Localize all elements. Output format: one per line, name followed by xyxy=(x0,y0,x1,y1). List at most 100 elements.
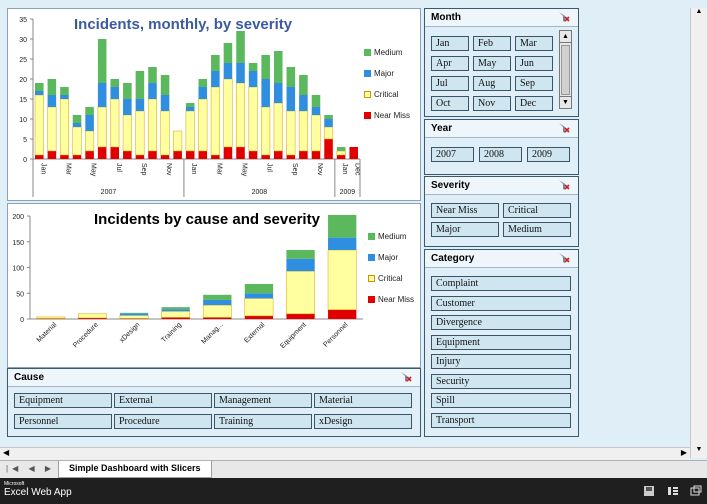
month-item-apr[interactable]: Apr xyxy=(431,56,469,71)
cause-item-personnel[interactable]: Personnel xyxy=(14,414,112,429)
bar-segment xyxy=(161,309,190,312)
month-item-nov[interactable]: Nov xyxy=(473,96,511,111)
bar-segment xyxy=(135,71,145,99)
scroll-left-icon[interactable]: ◀ xyxy=(3,448,9,457)
category-item-spill[interactable]: Spill xyxy=(431,393,571,408)
year-item-2007[interactable]: 2007 xyxy=(431,147,474,162)
scroll-up-icon[interactable]: ▲ xyxy=(691,8,707,20)
bar-segment xyxy=(161,311,191,318)
cause-item-equipment[interactable]: Equipment xyxy=(14,393,112,408)
scroll-up-icon[interactable]: ▲ xyxy=(560,31,571,43)
monthly-severity-chart[interactable]: Incidents, monthly, by severity 35 30 25 20… xyxy=(7,8,421,201)
x-tick-label: Sep xyxy=(140,163,147,176)
month-item-jan[interactable]: Jan xyxy=(431,36,469,51)
bar-segment xyxy=(328,214,357,238)
x-tick-label: Jan xyxy=(341,163,348,174)
cause-item-procedure[interactable]: Procedure xyxy=(114,414,212,429)
cause-slicer: Cause Equipment External Management Mate… xyxy=(7,368,421,437)
bar-segment xyxy=(59,98,69,156)
bar-segment xyxy=(185,103,195,107)
x-tick-label: Nov xyxy=(316,163,323,176)
bar-segment xyxy=(160,110,170,156)
legend-item-medium: Medium xyxy=(368,226,414,247)
y-tick-label: 200 xyxy=(12,214,24,221)
download-icon[interactable] xyxy=(643,485,655,497)
cause-item-external[interactable]: External xyxy=(114,393,212,408)
month-item-dec[interactable]: Dec xyxy=(515,96,553,111)
clear-filter-icon[interactable] xyxy=(558,11,570,23)
category-item-customer[interactable]: Customer xyxy=(431,295,571,311)
legend-item-major: Major xyxy=(364,63,410,84)
severity-item-major[interactable]: Major xyxy=(431,222,499,237)
year-slicer: Year 2007 2008 2009 xyxy=(424,119,579,175)
cause-item-training[interactable]: Training xyxy=(214,414,312,429)
bar-segment xyxy=(273,51,283,83)
x-tick-label: Procedure xyxy=(72,321,100,349)
horizontal-scrollbar[interactable]: ◀ ▶ xyxy=(0,447,690,460)
severity-item-medium[interactable]: Medium xyxy=(503,222,571,237)
bar-segment xyxy=(185,110,195,152)
bar-segment xyxy=(273,102,283,152)
clear-filter-icon[interactable] xyxy=(558,122,570,134)
category-item-transport[interactable]: Transport xyxy=(431,412,571,428)
scroll-thumb[interactable] xyxy=(561,45,570,95)
bar-segment xyxy=(327,249,357,310)
y-tick-label: 5 xyxy=(23,137,27,144)
month-item-may[interactable]: May xyxy=(473,56,511,71)
cause-slicer-title: Cause xyxy=(14,372,45,383)
severity-item-near-miss[interactable]: Near Miss xyxy=(431,203,499,218)
scroll-down-icon[interactable]: ▼ xyxy=(691,446,707,458)
cause-item-xdesign[interactable]: xDesign xyxy=(314,414,412,429)
month-item-jul[interactable]: Jul xyxy=(431,76,469,91)
y-tick-label: 0 xyxy=(20,317,24,324)
bar-segment xyxy=(210,86,220,156)
category-item-divergence[interactable]: Divergence xyxy=(431,315,571,330)
month-slicer-header: Month xyxy=(425,9,578,27)
y-tick-label: 20 xyxy=(19,77,27,84)
clear-filter-icon[interactable] xyxy=(558,179,570,191)
category-item-complaint[interactable]: Complaint xyxy=(431,276,571,291)
month-item-mar[interactable]: Mar xyxy=(515,36,553,51)
x-tick-label: Jul xyxy=(266,163,273,172)
bar-segment xyxy=(60,87,69,95)
bar-segment xyxy=(286,67,296,87)
clear-filter-icon[interactable] xyxy=(558,252,570,264)
bar-segment xyxy=(223,63,233,79)
month-item-jun[interactable]: Jun xyxy=(515,56,553,71)
app-name: Excel Web App xyxy=(4,487,72,498)
cause-item-management[interactable]: Management xyxy=(214,393,312,408)
month-item-aug[interactable]: Aug xyxy=(473,76,511,91)
scroll-down-icon[interactable]: ▼ xyxy=(560,96,571,108)
severity-item-critical[interactable]: Critical xyxy=(503,203,571,218)
bar-segment xyxy=(148,67,157,83)
legend-label: Critical xyxy=(374,90,399,99)
month-item-oct[interactable]: Oct xyxy=(431,96,469,111)
month-item-sep[interactable]: Sep xyxy=(515,76,553,91)
month-slicer-title: Month xyxy=(431,12,461,23)
bar-segment xyxy=(324,119,333,127)
month-slicer-scrollbar[interactable]: ▲ ▼ xyxy=(559,30,572,109)
bar-segment xyxy=(244,298,274,317)
year-item-2008[interactable]: 2008 xyxy=(479,147,522,162)
category-item-equipment[interactable]: Equipment xyxy=(431,334,571,350)
month-item-feb[interactable]: Feb xyxy=(473,36,511,51)
tab-simple-dashboard[interactable]: Simple Dashboard with Slicers xyxy=(58,461,212,478)
cause-slicer-header: Cause xyxy=(8,369,420,387)
bar-segment xyxy=(248,63,258,71)
year-item-2009[interactable]: 2009 xyxy=(527,147,570,162)
vertical-scrollbar[interactable]: ▲ ▼ xyxy=(690,8,707,458)
category-item-security[interactable]: Security xyxy=(431,373,571,389)
x-tick-label: Sep xyxy=(291,163,298,176)
bar-segment xyxy=(47,95,57,107)
legend-item-medium: Medium xyxy=(364,42,410,63)
cause-item-material[interactable]: Material xyxy=(314,393,412,408)
cause-severity-chart[interactable]: Incidents by cause and severity 200 150 10… xyxy=(7,203,421,368)
reading-view-icon[interactable] xyxy=(667,485,679,497)
bar-segment xyxy=(78,313,107,319)
bar-segment xyxy=(299,95,308,111)
clear-filter-icon[interactable] xyxy=(400,371,412,383)
category-item-injury[interactable]: Injury xyxy=(431,354,571,369)
x-tick-label: Mar xyxy=(64,163,71,176)
full-screen-icon[interactable] xyxy=(690,485,702,497)
scroll-right-icon[interactable]: ▶ xyxy=(681,448,687,457)
